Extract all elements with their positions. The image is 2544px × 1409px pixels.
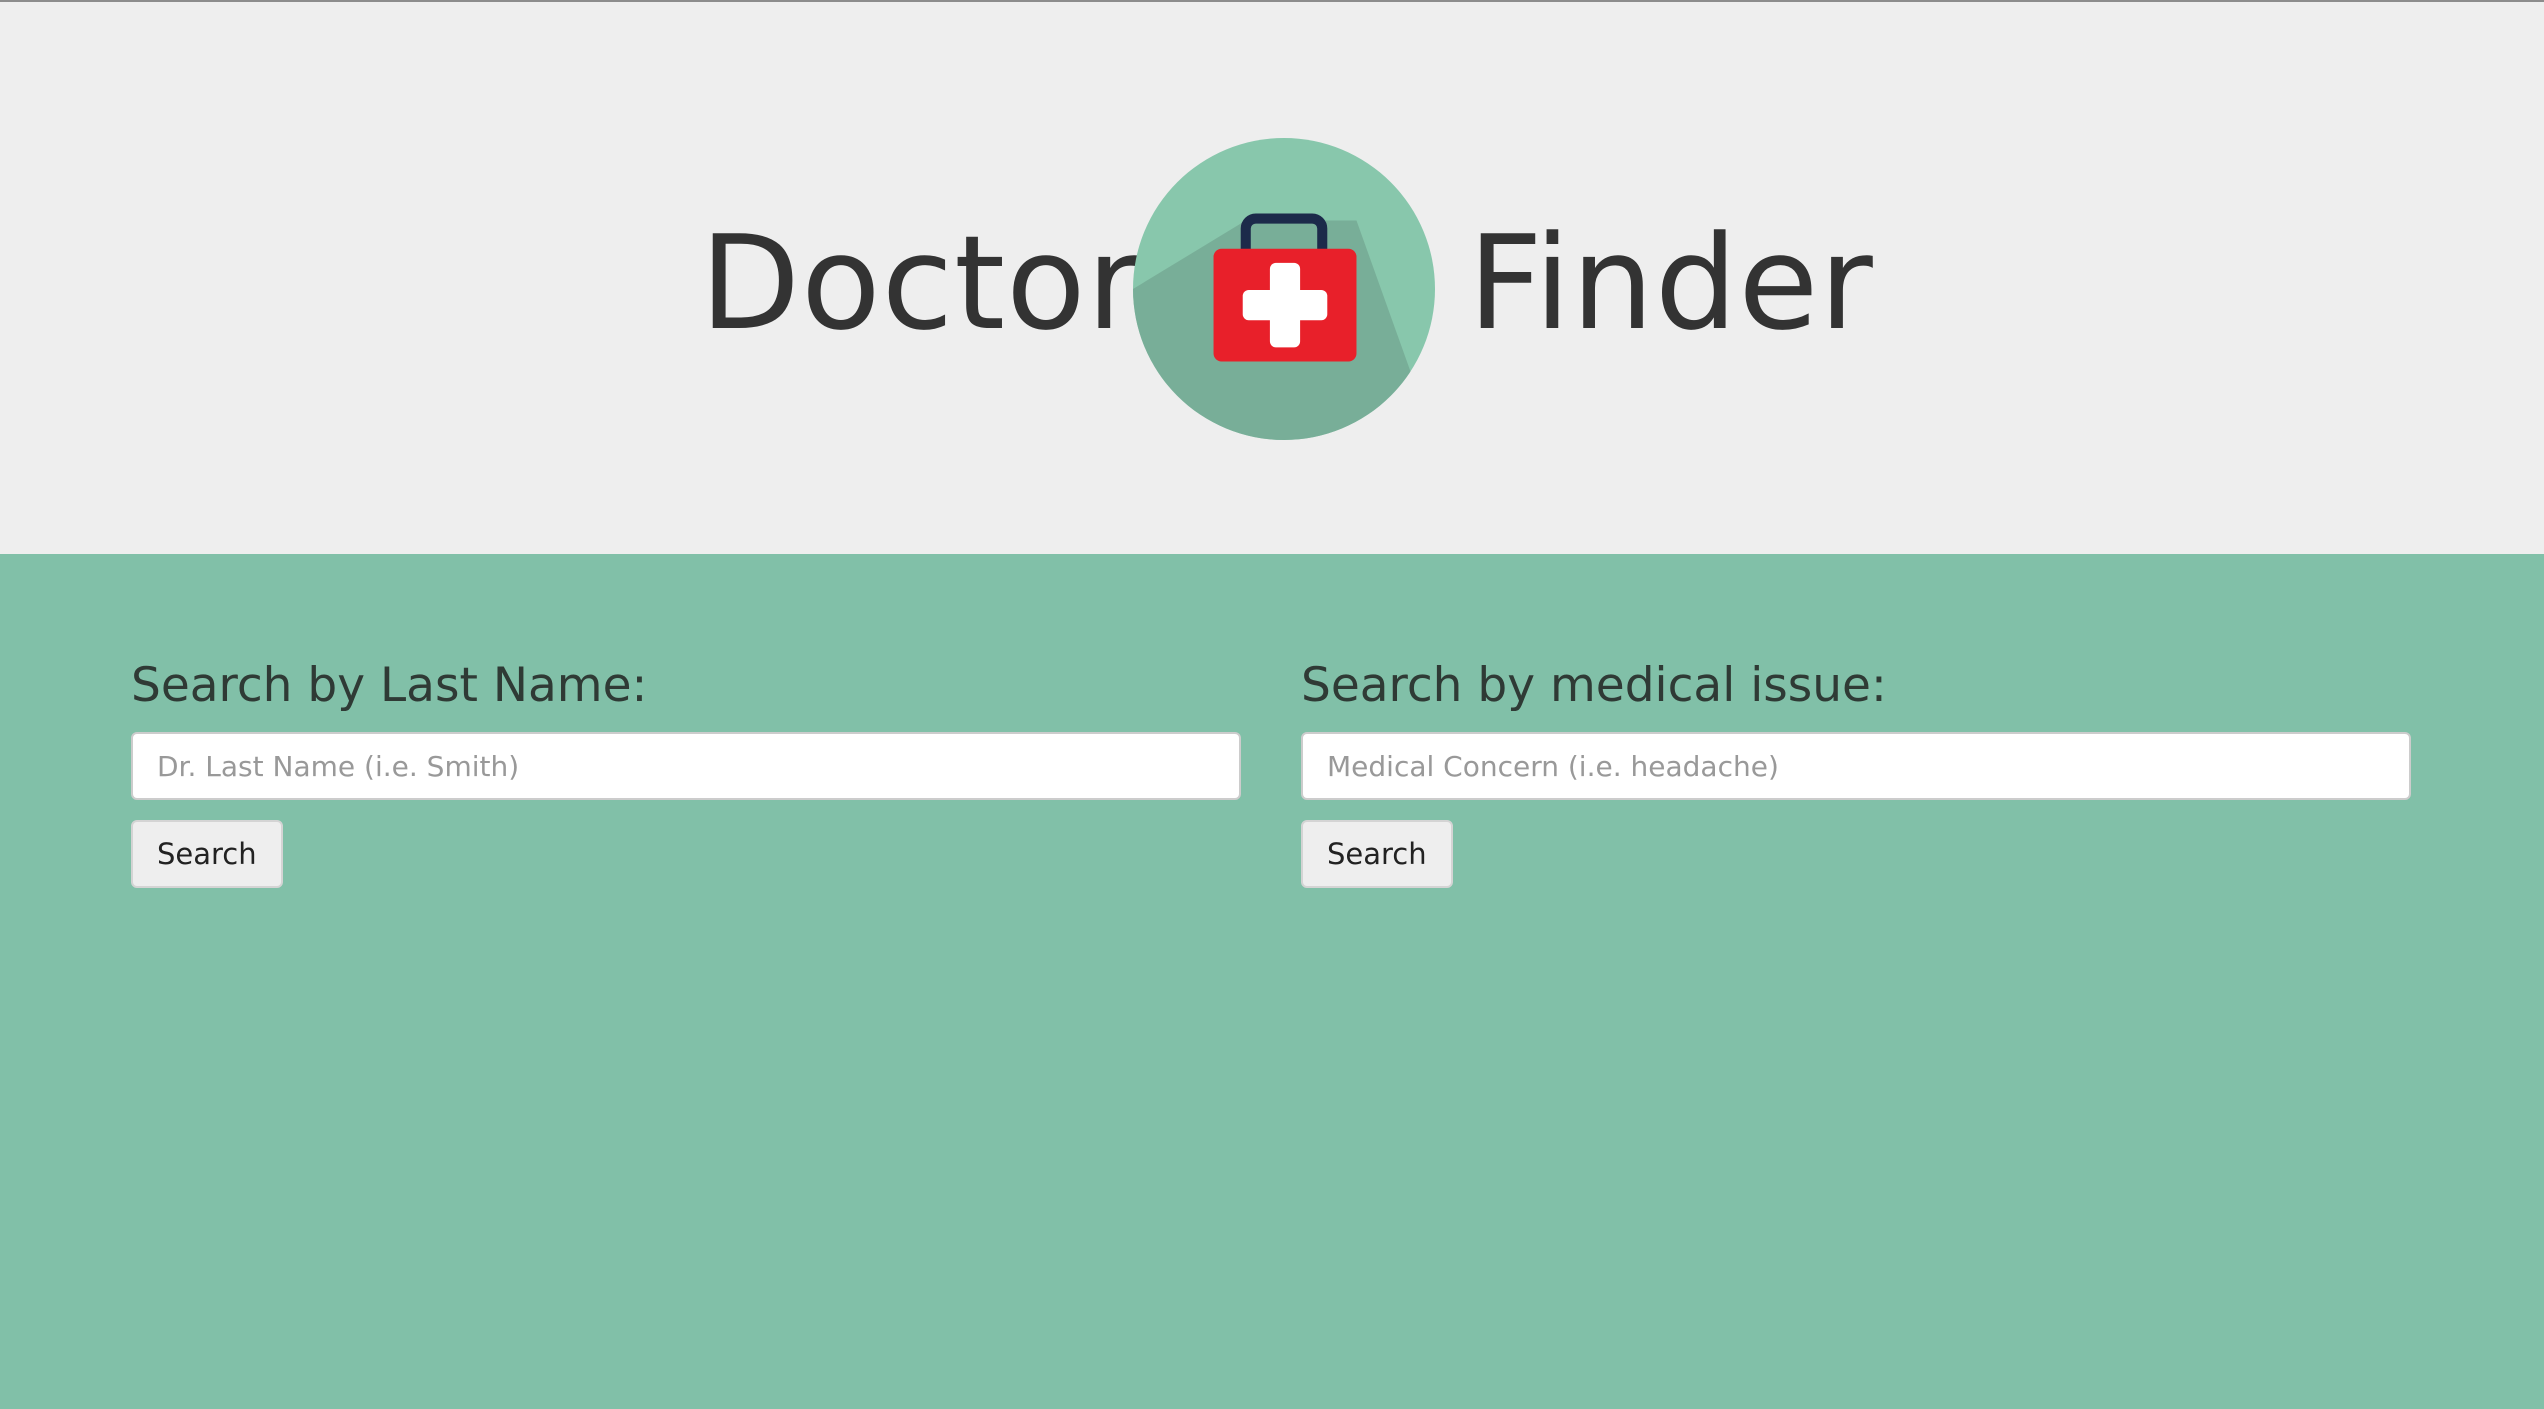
title-word-finder: Finder <box>1468 207 1874 359</box>
medical-issue-input[interactable] <box>1301 732 2411 800</box>
medical-kit-icon <box>1133 138 1435 440</box>
last-name-input[interactable] <box>131 732 1241 800</box>
title-word-doctor: Doctor <box>700 207 1142 359</box>
medical-issue-label: Search by medical issue: <box>1301 658 1887 713</box>
last-name-label: Search by Last Name: <box>131 658 648 713</box>
search-by-last-name-section: Search by Last Name: Search <box>131 656 1241 888</box>
search-panel: Search by Last Name: Search Search by me… <box>0 554 2544 1409</box>
search-by-medical-issue-section: Search by medical issue: Search <box>1301 656 2411 888</box>
last-name-search-button[interactable]: Search <box>131 820 283 888</box>
site-header: Doctor Finder <box>0 2 2544 554</box>
medical-issue-search-button[interactable]: Search <box>1301 820 1453 888</box>
